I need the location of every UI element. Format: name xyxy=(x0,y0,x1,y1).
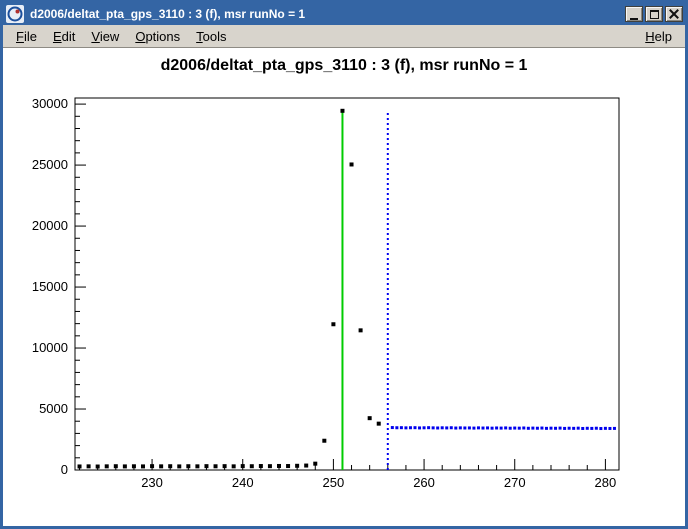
svg-text:5000: 5000 xyxy=(39,401,68,416)
root-logo-icon[interactable] xyxy=(6,5,24,23)
menubar: File Edit View Options Tools Help xyxy=(3,25,685,48)
minimize-icon xyxy=(630,18,638,20)
window-controls xyxy=(625,6,683,22)
svg-text:280: 280 xyxy=(595,475,617,490)
svg-text:0: 0 xyxy=(61,462,68,477)
plot-canvas[interactable]: d2006/deltat_pta_gps_3110 : 3 (f), msr r… xyxy=(3,48,685,526)
close-button[interactable] xyxy=(665,6,683,22)
menu-options[interactable]: Options xyxy=(127,26,188,47)
titlebar[interactable]: d2006/deltat_pta_gps_3110 : 3 (f), msr r… xyxy=(3,3,685,25)
close-icon xyxy=(669,9,679,19)
svg-text:260: 260 xyxy=(413,475,435,490)
menu-tools[interactable]: Tools xyxy=(188,26,234,47)
maximize-icon xyxy=(650,10,659,19)
svg-text:10000: 10000 xyxy=(32,340,68,355)
menu-view[interactable]: View xyxy=(83,26,127,47)
svg-text:30000: 30000 xyxy=(32,96,68,111)
window-title: d2006/deltat_pta_gps_3110 : 3 (f), msr r… xyxy=(30,7,625,21)
svg-text:25000: 25000 xyxy=(32,157,68,172)
svg-text:15000: 15000 xyxy=(32,279,68,294)
svg-text:240: 240 xyxy=(232,475,254,490)
minimize-button[interactable] xyxy=(625,6,643,22)
svg-text:270: 270 xyxy=(504,475,526,490)
histogram-plot: 230 240 250 260 270 280 0 5000 10000 15000 20000 25… xyxy=(3,48,685,526)
svg-text:20000: 20000 xyxy=(32,218,68,233)
svg-text:250: 250 xyxy=(323,475,345,490)
maximize-button[interactable] xyxy=(645,6,663,22)
menu-help[interactable]: Help xyxy=(637,26,680,47)
root-canvas-window: d2006/deltat_pta_gps_3110 : 3 (f), msr r… xyxy=(0,0,688,529)
menu-edit[interactable]: Edit xyxy=(45,26,83,47)
menu-file[interactable]: File xyxy=(8,26,45,47)
svg-text:230: 230 xyxy=(141,475,163,490)
